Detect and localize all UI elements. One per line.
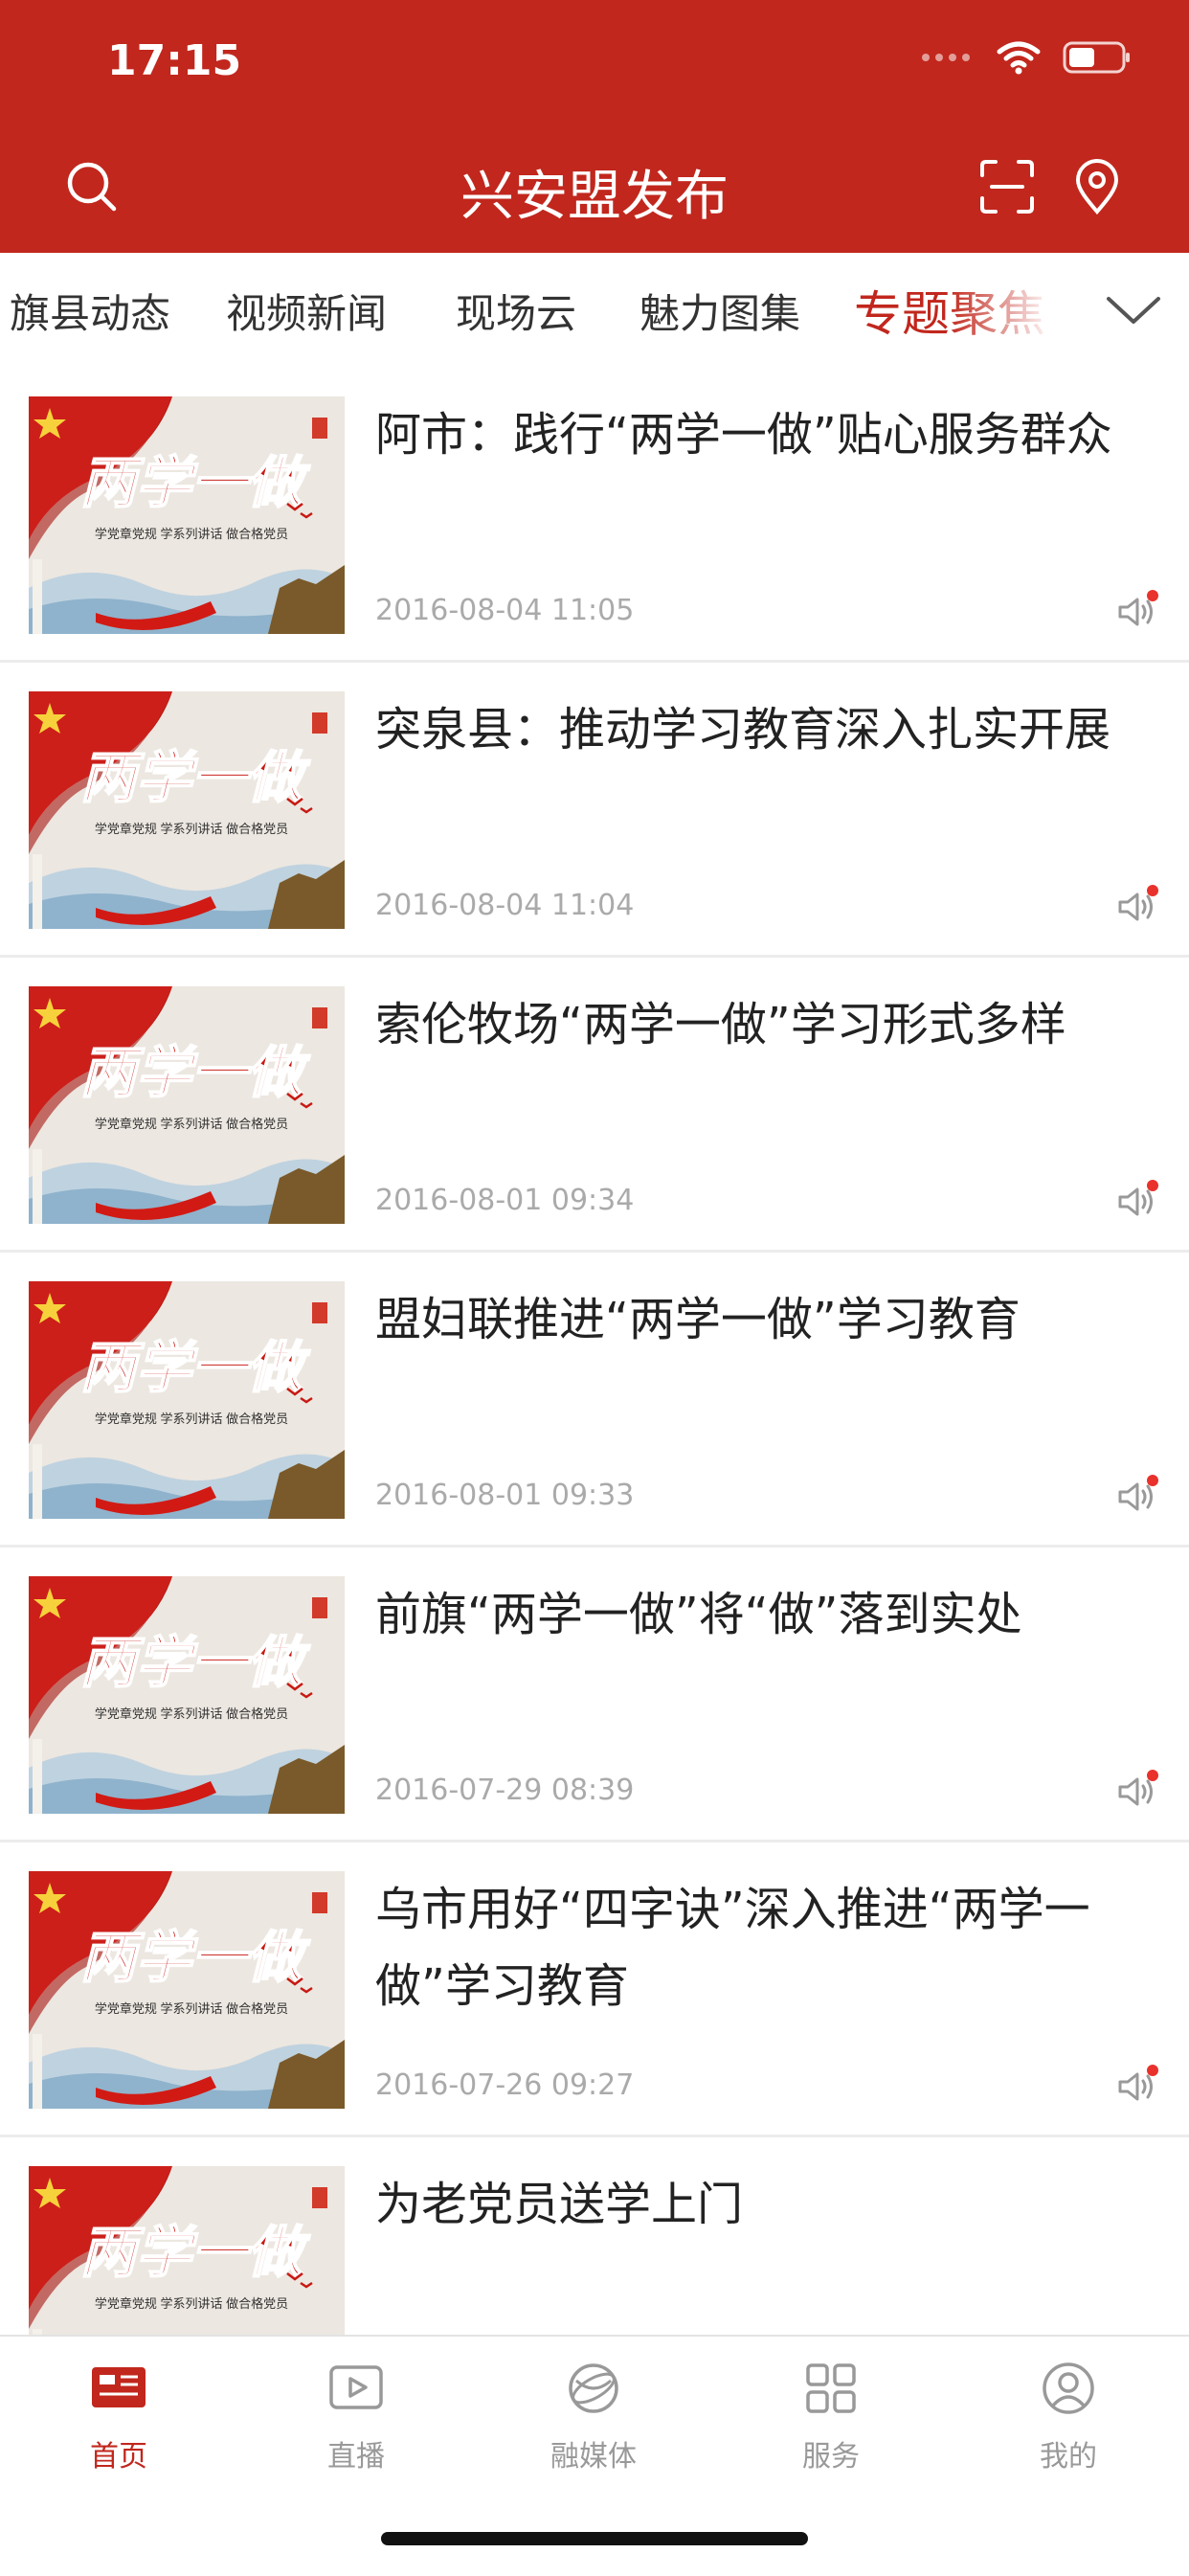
article-date: 2016-08-01 09:33 — [375, 1479, 635, 1512]
app-header: 17:15 兴安盟发布 — [0, 0, 1189, 253]
play-icon — [329, 2365, 383, 2409]
battery-icon — [1063, 41, 1130, 74]
article-date: 2016-07-29 08:39 — [375, 1774, 635, 1807]
category-tabs: 旗县动态 视频新闻 现场云 魅力图集 专题聚焦 — [0, 253, 1189, 368]
speaker-icon[interactable] — [1112, 1178, 1160, 1226]
speaker-icon[interactable] — [1112, 2063, 1160, 2111]
signal-icon — [922, 54, 970, 61]
article-item[interactable]: 两学一做 学党章党规 学系列讲话 做合格党员 索伦牧场“两学一做”学习形式多样 2… — [0, 958, 1189, 1253]
article-date: 2016-08-01 09:34 — [375, 1184, 635, 1217]
article-title: 索伦牧场“两学一做”学习形式多样 — [375, 998, 1066, 1051]
tabbar-home[interactable]: 首页 — [0, 2348, 237, 2492]
article-title: 阿市：践行“两学一做”贴心服务群众 — [375, 408, 1112, 462]
thumbnail-subline: 学党章党规 学系列讲话 做合格党员 — [95, 2296, 288, 2311]
user-icon — [1043, 2362, 1094, 2414]
article-list: 两学一做 学党章党规 学系列讲话 做合格党员 阿市：践行“两学一做”贴心服务群众… — [0, 368, 1189, 2335]
tab-xianchang-yun[interactable]: 现场云 — [456, 282, 576, 340]
tabbar-label: 服务 — [802, 2440, 860, 2474]
thumbnail-headline: 两学一做 — [80, 452, 311, 514]
article-thumbnail: 两学一做 学党章党规 学系列讲话 做合格党员 — [29, 1281, 345, 1519]
chevron-down-icon — [1107, 297, 1160, 324]
article-item[interactable]: 两学一做 学党章党规 学系列讲话 做合格党员 突泉县：推动学习教育深入扎实开展 2… — [0, 663, 1189, 958]
article-title: 前旗“两学一做”将“做”落到实处 — [375, 1588, 1022, 1641]
article-date: 2016-08-04 11:05 — [375, 594, 635, 627]
article-thumbnail: 两学一做 学党章党规 学系列讲话 做合格党员 — [29, 396, 345, 634]
tab-shipin-xinwen[interactable]: 视频新闻 — [226, 282, 387, 340]
speaker-icon[interactable] — [1112, 1473, 1160, 1521]
article-thumbnail: 两学一做 学党章党规 学系列讲话 做合格党员 — [29, 2166, 345, 2335]
scan-icon[interactable] — [978, 158, 1036, 215]
news-icon — [92, 2367, 146, 2407]
article-item[interactable]: 两学一做 学党章党规 学系列讲话 做合格党员 阿市：践行“两学一做”贴心服务群众… — [0, 368, 1189, 663]
thumbnail-subline: 学党章党规 学系列讲话 做合格党员 — [95, 1117, 288, 1131]
article-item[interactable]: 两学一做 学党章党规 学系列讲话 做合格党员 乌市用好“四字诀”深入推进“两学一… — [0, 1842, 1189, 2137]
tab-meili-tuji[interactable]: 魅力图集 — [639, 282, 800, 340]
article-date: 2016-08-04 11:04 — [375, 889, 635, 922]
article-title: 乌市用好“四字诀”深入推进“两学一做”学习教育 — [375, 1883, 1090, 2013]
tabbar-label: 直播 — [327, 2440, 385, 2474]
tab-qixian-dongtai[interactable]: 旗县动态 — [10, 282, 170, 340]
grid-icon — [806, 2363, 856, 2413]
tabbar-profile[interactable]: 我的 — [950, 2348, 1187, 2492]
thumbnail-headline: 两学一做 — [80, 1927, 311, 1989]
more-tabs-button[interactable] — [1072, 253, 1189, 368]
thumbnail-subline: 学党章党规 学系列讲话 做合格党员 — [95, 2001, 288, 2016]
thumbnail-headline: 两学一做 — [80, 1632, 311, 1694]
tabbar-services[interactable]: 服务 — [712, 2348, 950, 2492]
thumbnail-subline: 学党章党规 学系列讲话 做合格党员 — [95, 1412, 288, 1426]
article-thumbnail: 两学一做 学党章党规 学系列讲话 做合格党员 — [29, 1871, 345, 2109]
globe-icon — [569, 2363, 618, 2413]
wifi-icon — [997, 41, 1041, 75]
thumbnail-subline: 学党章党规 学系列讲话 做合格党员 — [95, 527, 288, 541]
thumbnail-headline: 两学一做 — [80, 1042, 311, 1104]
thumbnail-subline: 学党章党规 学系列讲话 做合格党员 — [95, 1706, 288, 1721]
tab-fade — [948, 253, 1072, 368]
article-item[interactable]: 两学一做 学党章党规 学系列讲话 做合格党员 为老党员送学上门 — [0, 2137, 1189, 2335]
speaker-icon[interactable] — [1112, 588, 1160, 636]
tabbar-label: 融媒体 — [550, 2440, 637, 2474]
speaker-icon[interactable] — [1112, 883, 1160, 931]
thumbnail-headline: 两学一做 — [80, 747, 311, 809]
article-thumbnail: 两学一做 学党章党规 学系列讲话 做合格党员 — [29, 986, 345, 1224]
thumbnail-headline: 两学一做 — [80, 2222, 311, 2284]
status-time: 17:15 — [107, 36, 242, 85]
status-indicators — [921, 40, 1132, 75]
tabbar-label: 首页 — [90, 2440, 147, 2474]
article-item[interactable]: 两学一做 学党章党规 学系列讲话 做合格党员 盟妇联推进“两学一做”学习教育 20… — [0, 1253, 1189, 1548]
tabbar-live[interactable]: 直播 — [237, 2348, 475, 2492]
article-thumbnail: 两学一做 学党章党规 学系列讲话 做合格党员 — [29, 1576, 345, 1814]
article-thumbnail: 两学一做 学党章党规 学系列讲话 做合格党员 — [29, 691, 345, 929]
home-indicator — [381, 2532, 808, 2545]
tabbar-media[interactable]: 融媒体 — [475, 2348, 712, 2492]
article-title: 为老党员送学上门 — [375, 2178, 744, 2231]
tabbar-label: 我的 — [1040, 2440, 1097, 2474]
article-title: 突泉县：推动学习教育深入扎实开展 — [375, 703, 1111, 757]
thumbnail-headline: 两学一做 — [80, 1337, 311, 1399]
speaker-icon[interactable] — [1112, 1768, 1160, 1816]
article-date: 2016-07-26 09:27 — [375, 2068, 635, 2102]
article-item[interactable]: 两学一做 学党章党规 学系列讲话 做合格党员 前旗“两学一做”将“做”落到实处 2… — [0, 1548, 1189, 1842]
thumbnail-subline: 学党章党规 学系列讲话 做合格党员 — [95, 822, 288, 836]
location-icon[interactable] — [1068, 158, 1126, 215]
article-title: 盟妇联推进“两学一做”学习教育 — [375, 1293, 1021, 1346]
